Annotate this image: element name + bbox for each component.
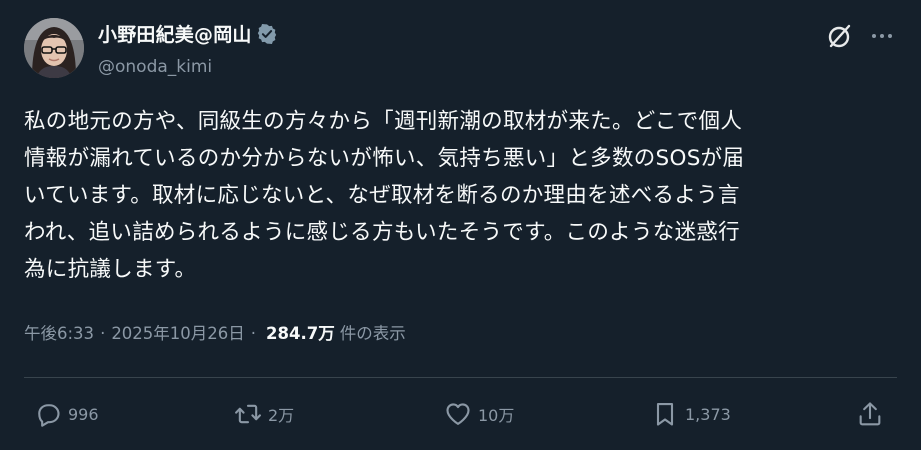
verified-badge-icon	[256, 23, 278, 45]
share-button[interactable]	[856, 399, 884, 429]
divider	[24, 377, 897, 378]
tweet-date[interactable]: 2025年10月26日	[111, 320, 244, 344]
author-name-row[interactable]: 小野田紀美@岡山	[98, 20, 278, 47]
repost-count: 2万	[268, 406, 295, 425]
avatar[interactable]	[24, 18, 84, 78]
bookmark-icon	[656, 403, 674, 426]
tweet-card: 小野田紀美@岡山 @onoda_kimi 私の地元の方や、同級生の方々から「週刊…	[0, 0, 921, 450]
share-icon	[859, 402, 881, 426]
view-count[interactable]: 284.7万	[266, 320, 335, 344]
heart-icon	[446, 403, 470, 425]
view-count-label: 件の表示	[339, 324, 406, 343]
meta-separator: ·	[100, 324, 106, 343]
repost-icon	[235, 404, 261, 424]
tweet-text: 私の地元の方や、同級生の方々から「週刊新潮の取材が来た。どこで個人 情報が漏れて…	[24, 109, 745, 282]
reply-button[interactable]: 996	[34, 399, 99, 429]
meta-separator: ·	[250, 324, 257, 343]
author-handle[interactable]: @onoda_kimi	[98, 57, 212, 77]
more-icon[interactable]	[868, 22, 896, 50]
like-button[interactable]: 10万	[444, 399, 514, 429]
grok-icon[interactable]	[826, 22, 854, 50]
repost-button[interactable]: 2万	[234, 399, 294, 429]
bookmark-button[interactable]: 1,373	[651, 399, 731, 429]
like-count: 10万	[478, 406, 515, 425]
author-display-name[interactable]: 小野田紀美@岡山	[98, 20, 252, 47]
tweet-time[interactable]: 午後6:33	[24, 320, 94, 344]
reply-icon	[38, 404, 60, 427]
tweet-meta: 午後6:33 · 2025年10月26日 · 284.7万 件の表示	[24, 320, 406, 344]
reply-count: 996	[68, 404, 99, 424]
bookmark-count: 1,373	[685, 404, 731, 424]
